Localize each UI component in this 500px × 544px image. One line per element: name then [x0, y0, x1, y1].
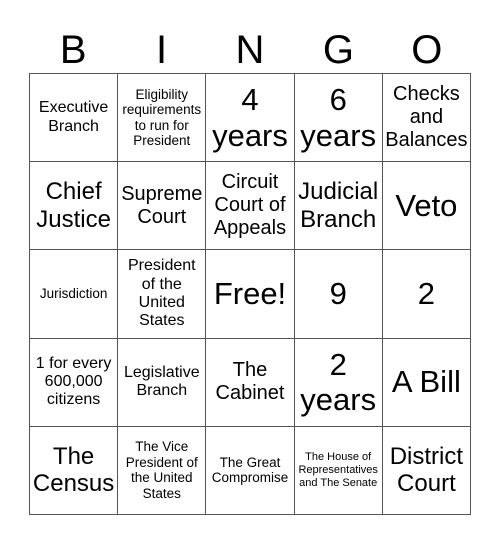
- bingo-cell[interactable]: Veto: [382, 162, 471, 251]
- bingo-cell[interactable]: Jurisdiction: [30, 250, 119, 339]
- bingo-cell[interactable]: The Great Compromise: [206, 426, 295, 515]
- bingo-cell[interactable]: A Bill: [382, 338, 471, 427]
- bingo-cell[interactable]: Executive Branch: [30, 74, 119, 163]
- header-letter-b: B: [59, 28, 87, 72]
- bingo-header: B I N G O: [29, 28, 471, 72]
- bingo-cell[interactable]: Chief Justice: [30, 162, 119, 251]
- header-letter-g: G: [322, 28, 354, 72]
- bingo-cell[interactable]: 6 years: [294, 74, 383, 163]
- bingo-cell[interactable]: Eligibility requirements to run for Pres…: [118, 74, 207, 163]
- bingo-cell[interactable]: President of the United States: [118, 250, 207, 339]
- header-letter-i: I: [156, 28, 168, 72]
- bingo-cell[interactable]: The Vice President of the United States: [118, 426, 207, 515]
- bingo-cell[interactable]: Legislative Branch: [118, 338, 207, 427]
- bingo-cell[interactable]: The Cabinet: [206, 338, 295, 427]
- bingo-cell[interactable]: 9: [294, 250, 383, 339]
- bingo-cell[interactable]: Checks and Balances: [382, 74, 471, 163]
- bingo-cell[interactable]: 2 years: [294, 338, 383, 427]
- bingo-cell[interactable]: Circuit Court of Appeals: [206, 162, 295, 251]
- bingo-cell[interactable]: 1 for every 600,000 citizens: [30, 338, 119, 427]
- bingo-cell[interactable]: 2: [382, 250, 471, 339]
- bingo-cell[interactable]: District Court: [382, 426, 471, 515]
- header-letter-o: O: [411, 28, 443, 72]
- bingo-cell[interactable]: Judicial Branch: [294, 162, 383, 251]
- bingo-cell[interactable]: 4 years: [206, 74, 295, 163]
- bingo-cell[interactable]: The Census: [30, 426, 119, 515]
- bingo-cell[interactable]: Supreme Court: [118, 162, 207, 251]
- bingo-grid: Executive Branch Eligibility requirements…: [29, 73, 471, 515]
- bingo-cell[interactable]: The House of Representatives and The Sen…: [294, 426, 383, 515]
- free-space-cell[interactable]: Free!: [206, 250, 295, 339]
- header-letter-n: N: [235, 28, 265, 72]
